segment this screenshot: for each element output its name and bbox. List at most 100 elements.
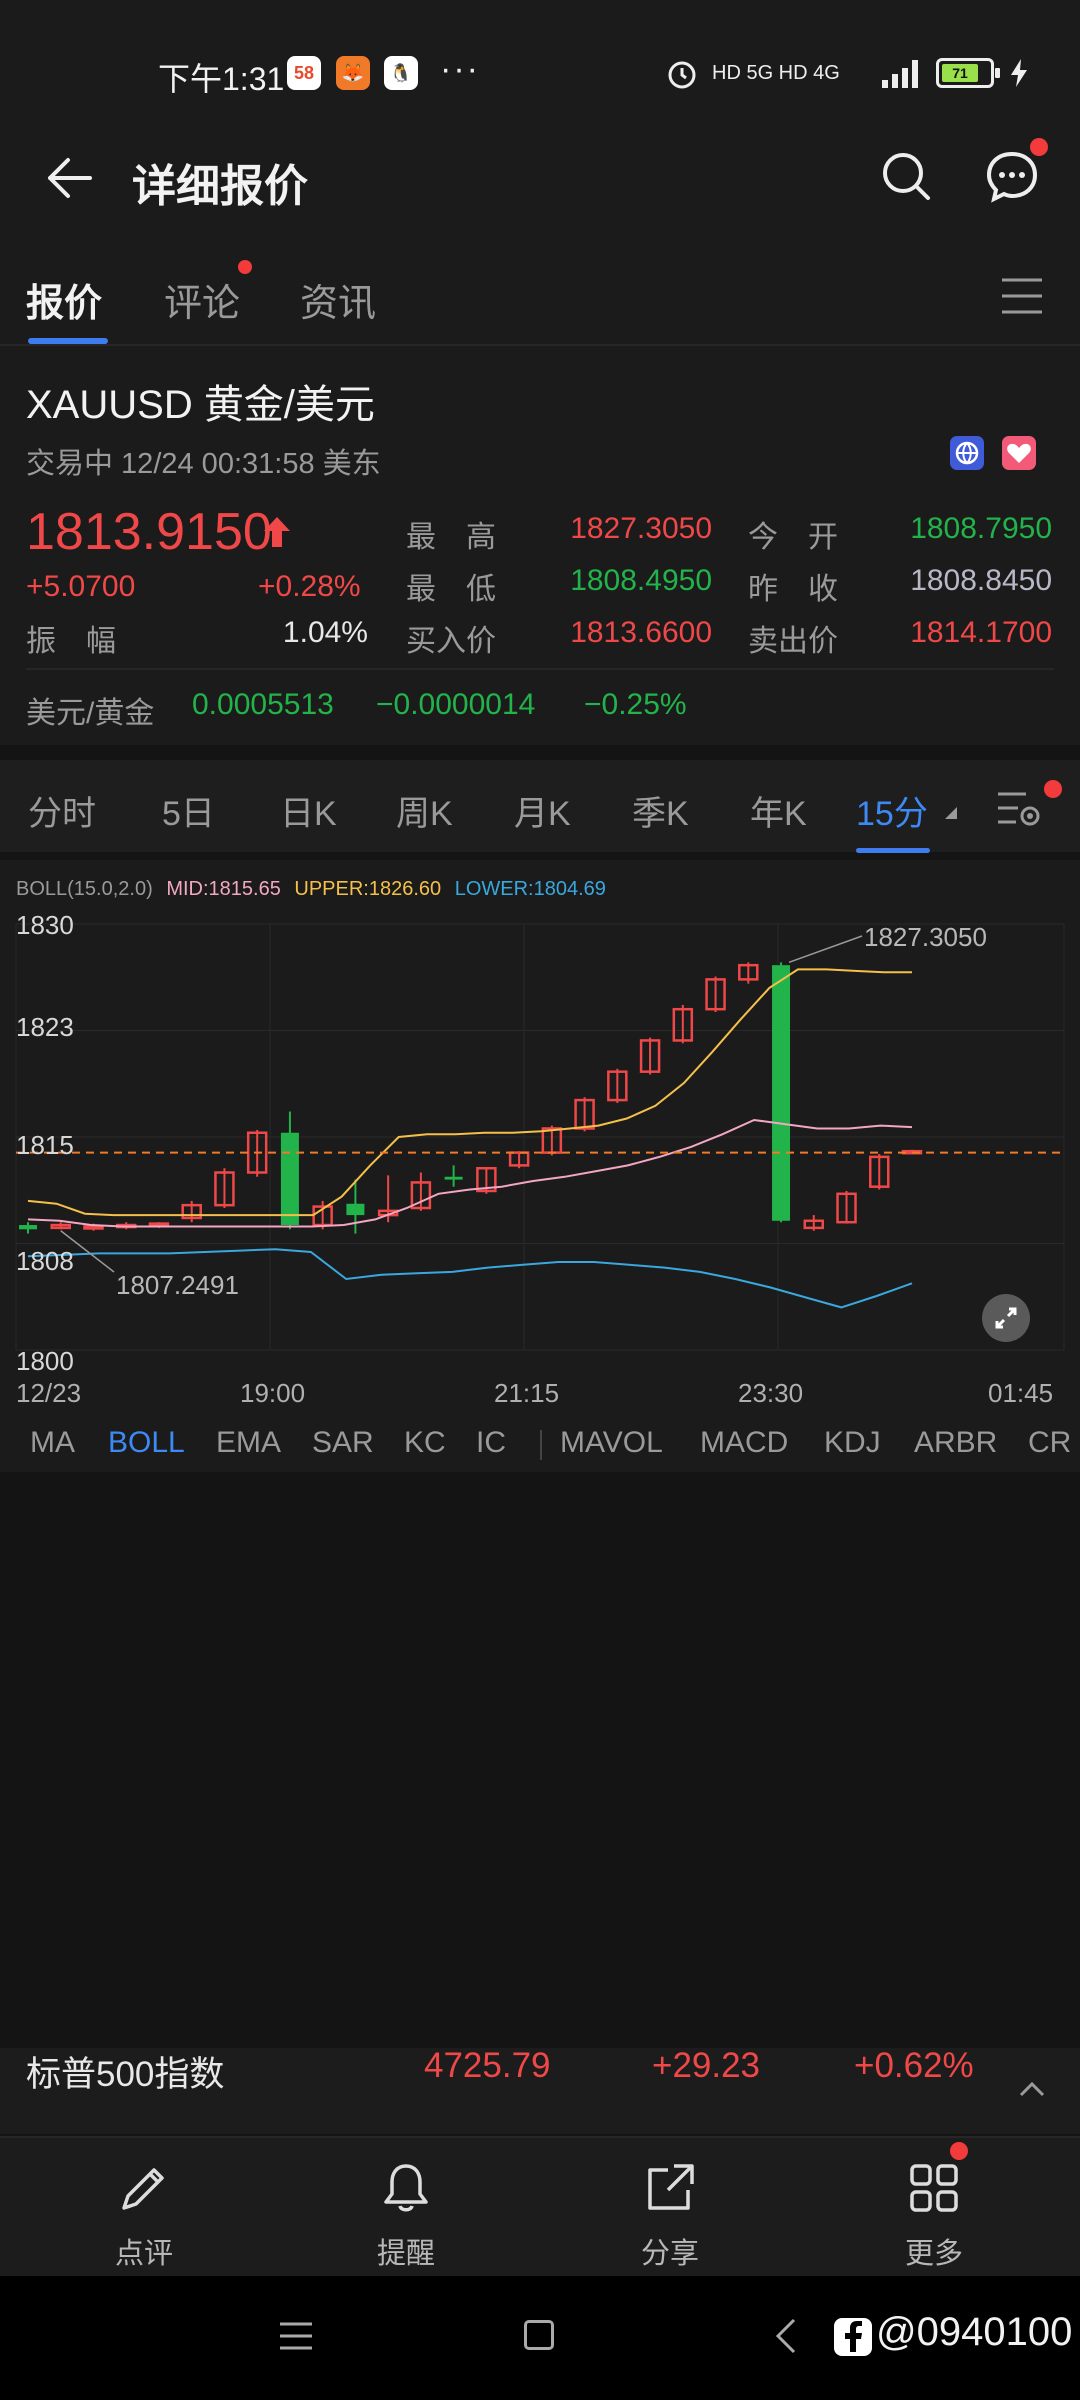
- more-notification-dot: [950, 2142, 968, 2160]
- boll-legend-upper: UPPER:1826.60: [294, 878, 442, 900]
- comments-notification-dot: [238, 260, 252, 274]
- ticker-change: +29.23: [652, 2046, 761, 2085]
- cross-rate-change: −0.0000014: [376, 688, 536, 721]
- candle-down: [444, 1176, 463, 1180]
- period-tab-15min[interactable]: 15分: [856, 786, 928, 835]
- share-label: 分享: [640, 2238, 699, 2270]
- boll-legend-mid: MID:1815.65: [166, 878, 281, 900]
- more-notifications-icon: ···: [440, 50, 480, 88]
- network-indicator: HD 5G HD 4G: [712, 62, 840, 84]
- settings-notification-dot: [1044, 780, 1062, 798]
- period-tab-weekly[interactable]: 周K: [396, 786, 453, 835]
- high-annotation-leader: [788, 935, 863, 964]
- indicator-cr[interactable]: CR: [1028, 1426, 1080, 1460]
- nav-recents-icon[interactable]: [278, 2320, 314, 2352]
- ticker-change-pct: +0.62%: [854, 2046, 974, 2085]
- tab-comments[interactable]: 评论: [164, 272, 240, 327]
- chat-icon[interactable]: [984, 148, 1040, 204]
- page-title: 详细报价: [132, 162, 308, 211]
- battery-icon: 71: [936, 58, 1000, 88]
- indicator-kc[interactable]: KC: [404, 1426, 446, 1460]
- price-change: +5.0700: [26, 570, 136, 603]
- indicator-sar[interactable]: SAR: [312, 1426, 374, 1460]
- period-tab-yearly[interactable]: 年K: [750, 786, 807, 835]
- expand-chart-icon[interactable]: [982, 1294, 1030, 1342]
- symbol-name: XAUUSD 黄金/美元: [26, 383, 375, 427]
- period-tab-quarterly[interactable]: 季K: [632, 786, 689, 835]
- candle-down: [772, 965, 791, 1221]
- cross-rate-change-pct: −0.25%: [584, 688, 687, 721]
- indicator-ema[interactable]: EMA: [216, 1426, 281, 1460]
- app-fox-icon: 🦊: [336, 56, 370, 90]
- chat-notification-dot: [1030, 138, 1048, 156]
- status-time: 下午1:31: [158, 61, 285, 97]
- last-price: 1813.9150: [26, 503, 272, 561]
- pencil-icon: [122, 2168, 164, 2210]
- cross-rate-price: 0.0005513: [192, 688, 334, 721]
- candle-up: [148, 1222, 170, 1227]
- indicator-mavol[interactable]: MAVOL: [560, 1426, 663, 1460]
- ticker-name: 标普500指数: [26, 2055, 225, 2094]
- low-value: 1808.4950: [570, 564, 712, 597]
- favorite-heart-icon[interactable]: [1002, 436, 1036, 470]
- cross-rate-label: 美元/黄金: [26, 697, 155, 730]
- share-icon: [648, 2164, 694, 2210]
- nav-back-icon[interactable]: [774, 2316, 798, 2356]
- x-tick: 12/23: [16, 1378, 82, 1408]
- price-change-pct: +0.28%: [258, 570, 361, 603]
- y-tick: 1815: [16, 1130, 74, 1160]
- comment-label: 点评: [114, 2238, 173, 2270]
- charging-icon: [1011, 59, 1027, 87]
- y-tick: 1823: [16, 1012, 74, 1042]
- bid-value: 1813.6600: [570, 616, 712, 649]
- grid-icon: [910, 2164, 958, 2212]
- chart-settings-icon[interactable]: [996, 786, 1044, 830]
- alarm-icon: [668, 61, 696, 89]
- trading-status: 交易中 12/24 00:31:58 美东: [26, 448, 381, 480]
- signal-icon: [882, 60, 918, 88]
- indicator-arbr[interactable]: ARBR: [914, 1426, 997, 1460]
- period-dropdown-icon[interactable]: [944, 806, 958, 820]
- period-tab-daily[interactable]: 日K: [280, 786, 337, 835]
- y-tick: 1830: [16, 910, 74, 940]
- chart-canvas[interactable]: [0, 900, 1080, 1420]
- up-arrow-icon: [264, 517, 290, 547]
- indicator-ic[interactable]: IC: [476, 1426, 506, 1460]
- y-tick: 1808: [16, 1246, 74, 1276]
- x-tick: 19:00: [240, 1378, 306, 1408]
- more-label: 更多: [904, 2238, 963, 2270]
- tab-quote[interactable]: 报价: [26, 272, 102, 327]
- search-icon[interactable]: [878, 148, 934, 204]
- open-value: 1808.7950: [910, 512, 1052, 545]
- menu-icon[interactable]: [1000, 276, 1044, 316]
- tab-news[interactable]: 资讯: [300, 272, 376, 327]
- app-qq-icon: 🐧: [384, 56, 418, 90]
- candle-down: [280, 1132, 299, 1226]
- candle-down: [346, 1203, 365, 1216]
- back-arrow-icon[interactable]: [40, 150, 96, 206]
- amplitude-value: 1.04%: [282, 616, 368, 649]
- high-value: 1827.3050: [570, 512, 712, 545]
- globe-icon[interactable]: [950, 436, 984, 470]
- period-tab-intraday[interactable]: 分时: [28, 786, 96, 835]
- low-label: 最 低: [406, 573, 496, 606]
- indicator-kdj[interactable]: KDJ: [824, 1426, 881, 1460]
- app-58-icon: 58: [287, 56, 321, 90]
- nav-home-icon[interactable]: [524, 2320, 554, 2350]
- period-tab-5day[interactable]: 5日: [162, 786, 215, 835]
- active-period-indicator: [856, 848, 930, 853]
- prev-close-value: 1808.8450: [910, 564, 1052, 597]
- indicator-ma[interactable]: MA: [30, 1426, 75, 1460]
- boll-legend-name: BOLL(15.0,2.0): [16, 878, 153, 900]
- watermark-text: @0940100: [876, 2310, 1073, 2354]
- period-tab-monthly[interactable]: 月K: [514, 786, 571, 835]
- indicator-boll[interactable]: BOLL: [108, 1426, 185, 1460]
- indicator-macd[interactable]: MACD: [700, 1426, 788, 1460]
- y-tick: 1800: [16, 1346, 74, 1376]
- chevron-up-icon[interactable]: [1018, 2080, 1046, 2098]
- boll-legend: BOLL(15.0,2.0) MID:1815.65 UPPER:1826.60…: [16, 878, 606, 901]
- battery-level: 71: [942, 64, 978, 82]
- ticker-price: 4725.79: [424, 2046, 551, 2085]
- ask-label: 卖出价: [748, 625, 838, 658]
- boll-legend-lower: LOWER:1804.69: [454, 878, 606, 900]
